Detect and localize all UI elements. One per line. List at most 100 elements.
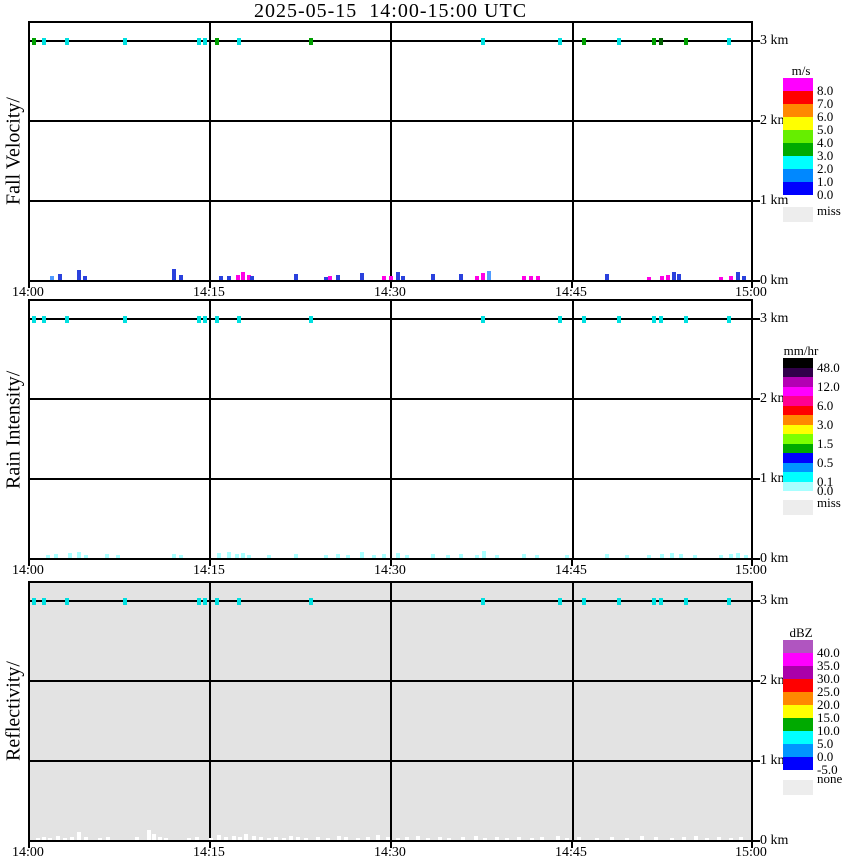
- legend-color-cell: [783, 386, 813, 396]
- surface-echo-bar: [744, 555, 749, 558]
- surface-echo-bar: [395, 553, 400, 558]
- surface-echo-bar: [55, 836, 60, 840]
- legend-miss-label: miss: [817, 203, 841, 218]
- surface-echo-bar: [739, 837, 744, 840]
- surface-echo-bar: [654, 837, 659, 840]
- legend-color-cell: [783, 143, 813, 156]
- surface-echo-bar: [718, 277, 723, 280]
- colorbar-mmhr: [783, 358, 813, 491]
- panel-reflectivity: Reflectivity/ 3 km 2 km 1 km 0 km 14:00 …: [0, 581, 850, 868]
- echo-top-mark: [31, 38, 36, 45]
- surface-echo-bar: [216, 553, 221, 558]
- gridline-horizontal: [30, 120, 751, 122]
- echo-top-mark: [203, 316, 208, 323]
- time-label: 14:45: [555, 563, 587, 578]
- surface-echo-bar: [669, 838, 674, 840]
- surface-echo-bar: [115, 555, 120, 558]
- surface-echo-bar: [388, 276, 393, 280]
- surface-echo-bar: [728, 554, 733, 558]
- surface-echo-bar: [487, 271, 492, 280]
- surface-echo-bar: [84, 555, 89, 558]
- echo-top-mark: [215, 38, 220, 45]
- surface-echo-bar: [669, 553, 674, 558]
- surface-echo-bar: [293, 274, 298, 280]
- surface-echo-bar: [646, 277, 651, 280]
- surface-echo-bar: [195, 837, 200, 840]
- surface-echo-bar: [356, 838, 361, 840]
- echo-top-mark: [215, 316, 220, 323]
- legend-color-cell: [783, 182, 813, 195]
- surface-echo-bar: [365, 837, 370, 840]
- surface-echo-bar: [163, 838, 168, 840]
- surface-echo-bar: [157, 837, 162, 840]
- radar-time-height-chart: 2025-05-15 14:00-15:00 UTC Fall Velocity…: [0, 0, 850, 868]
- legend-color-cell: [783, 434, 813, 444]
- echo-top-mark: [684, 598, 689, 605]
- height-tick: [753, 840, 760, 842]
- surface-echo-bar: [530, 838, 535, 840]
- time-label: 15:00: [735, 845, 767, 860]
- legend-color-cell: [783, 396, 813, 406]
- surface-echo-bar: [681, 837, 686, 840]
- echo-top-mark: [42, 316, 47, 323]
- surface-echo-bar: [235, 275, 240, 280]
- echo-top-mark: [237, 38, 242, 45]
- surface-echo-bar: [529, 276, 534, 280]
- echo-top-mark: [42, 598, 47, 605]
- legend-color-cell: [783, 453, 813, 463]
- surface-echo-bar: [460, 837, 465, 840]
- surface-echo-bar: [376, 835, 381, 840]
- gridline-vertical: [572, 301, 574, 558]
- surface-echo-bar: [295, 837, 300, 840]
- echo-top-mark: [581, 38, 586, 45]
- surface-echo-bar: [536, 276, 541, 280]
- echo-top-mark: [581, 316, 586, 323]
- echo-top-mark: [122, 38, 127, 45]
- legend-miss-label: miss: [817, 495, 841, 510]
- height-label: 3 km: [760, 311, 789, 326]
- time-label: 14:15: [193, 285, 225, 300]
- legend-color-cell: [783, 653, 813, 666]
- legend-miss-swatch: [783, 500, 813, 515]
- surface-echo-bar: [676, 274, 681, 280]
- surface-echo-bar: [46, 555, 51, 558]
- page-title: 2025-05-15 14:00-15:00 UTC: [253, 0, 528, 22]
- surface-echo-bar: [728, 276, 733, 280]
- legend-color-cell: [783, 472, 813, 482]
- surface-echo-bar: [323, 555, 328, 558]
- echo-top-mark: [557, 316, 562, 323]
- surface-echo-bar: [77, 270, 82, 280]
- legend-color-cell: [783, 757, 813, 770]
- surface-echo-bar: [172, 269, 177, 280]
- height-tick: [753, 120, 760, 122]
- legend-title-dbz: dBZ: [789, 625, 813, 640]
- ylabel-rain-intensity: Rain Intensity/: [2, 370, 25, 489]
- legend-color-cell: [783, 705, 813, 718]
- surface-echo-bar: [666, 275, 671, 280]
- time-label: 15:00: [735, 285, 767, 300]
- surface-echo-bar: [716, 837, 721, 840]
- surface-echo-bar: [240, 272, 245, 280]
- height-tick: [753, 600, 760, 602]
- echo-top-mark: [616, 598, 621, 605]
- plot-area-rain-intensity: [28, 299, 753, 560]
- surface-echo-bar: [328, 276, 333, 280]
- surface-echo-bar: [146, 830, 151, 840]
- legend-tick-label: 1.5: [817, 435, 834, 451]
- height-tick: [753, 558, 760, 560]
- height-tick: [753, 280, 760, 282]
- surface-echo-bar: [459, 274, 464, 280]
- echo-top-mark: [197, 316, 202, 323]
- gridline-vertical: [572, 23, 574, 280]
- height-tick: [753, 680, 760, 682]
- echo-top-mark: [481, 316, 486, 323]
- legend-title-ms: m/s: [791, 63, 811, 78]
- echo-top-mark: [581, 598, 586, 605]
- legend-color-cell: [783, 377, 813, 387]
- surface-echo-bar: [304, 838, 309, 840]
- surface-echo-bar: [179, 555, 184, 558]
- legend-color-cell: [783, 679, 813, 692]
- surface-echo-bar: [172, 554, 177, 558]
- echo-top-mark: [651, 316, 656, 323]
- legend-color-cell: [783, 443, 813, 453]
